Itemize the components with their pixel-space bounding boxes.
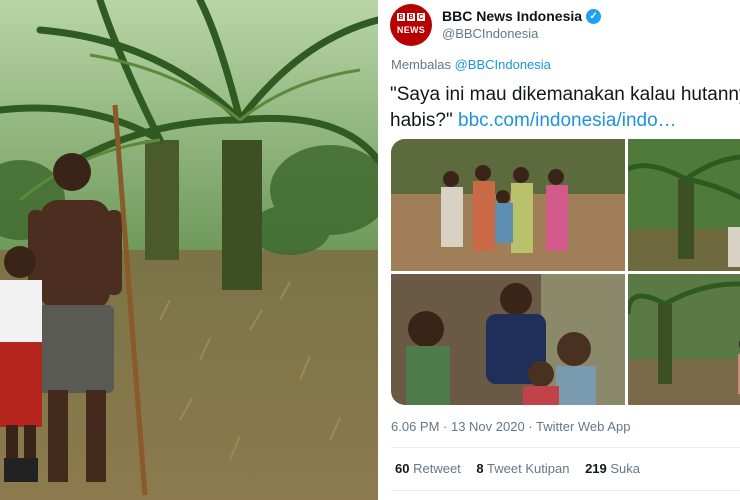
article-photo bbox=[0, 0, 378, 500]
quote-label: Tweet Kutipan bbox=[487, 461, 570, 476]
like-label: Suka bbox=[610, 461, 641, 476]
bbc-logo-blocks: BBC bbox=[397, 13, 425, 21]
author-names: BBC News Indonesia ✓ @BBCIndonesia bbox=[442, 8, 602, 42]
reply-prefix: Membalas bbox=[391, 57, 451, 72]
retweet-label: Retweet bbox=[413, 461, 461, 476]
tweet-text-quote-end: habis?" bbox=[390, 110, 453, 131]
media-photo-1[interactable] bbox=[391, 139, 625, 271]
plantation-photo-illustration bbox=[0, 0, 378, 500]
display-name[interactable]: BBC News Indonesia bbox=[442, 8, 582, 25]
like-count: 219 bbox=[585, 461, 607, 476]
verified-badge-icon: ✓ bbox=[586, 9, 602, 24]
tweet-text-line-2: habis?" bbc.com/indonesia/indo… bbox=[390, 108, 740, 134]
tweet-stats: 60 Retweet 8 Tweet Kutipan 219 Suka bbox=[395, 461, 652, 476]
media-photo-3[interactable] bbox=[391, 274, 625, 405]
tweet-media-grid[interactable] bbox=[391, 139, 740, 405]
media-photo-2[interactable] bbox=[628, 139, 740, 271]
reply-to-link[interactable]: @BBCIndonesia bbox=[455, 57, 551, 72]
tweet-header: BBC NEWS BBC News Indonesia ✓ @BBCIndone… bbox=[390, 2, 602, 48]
divider bbox=[391, 447, 740, 448]
tweet-text: "Saya ini mau dikemanakan kalau hutannya… bbox=[390, 82, 740, 134]
tweet-timestamp[interactable]: 6.06 PM · 13 Nov 2020 · Twitter Web App bbox=[391, 419, 630, 434]
like-stat[interactable]: 219 Suka bbox=[585, 461, 640, 476]
author-display[interactable]: BBC News Indonesia ✓ bbox=[442, 8, 602, 25]
media-photo-4[interactable] bbox=[628, 274, 740, 405]
bbc-news-avatar[interactable]: BBC NEWS bbox=[390, 4, 432, 46]
quote-count: 8 bbox=[476, 461, 484, 476]
author-handle[interactable]: @BBCIndonesia bbox=[442, 25, 601, 42]
reply-context: Membalas @BBCIndonesia bbox=[391, 57, 551, 72]
tweet-text-line-1: "Saya ini mau dikemanakan kalau hutannya bbox=[390, 84, 740, 105]
quote-stat[interactable]: 8 Tweet Kutipan bbox=[476, 461, 573, 476]
divider bbox=[391, 490, 740, 491]
avatar-news-text: NEWS bbox=[396, 25, 426, 35]
tweet-card: BBC NEWS BBC News Indonesia ✓ @BBCIndone… bbox=[378, 0, 740, 500]
tweet-link[interactable]: bbc.com/indonesia/indo… bbox=[458, 110, 677, 131]
retweet-stat[interactable]: 60 Retweet bbox=[395, 461, 464, 476]
retweet-count: 60 bbox=[395, 461, 410, 476]
